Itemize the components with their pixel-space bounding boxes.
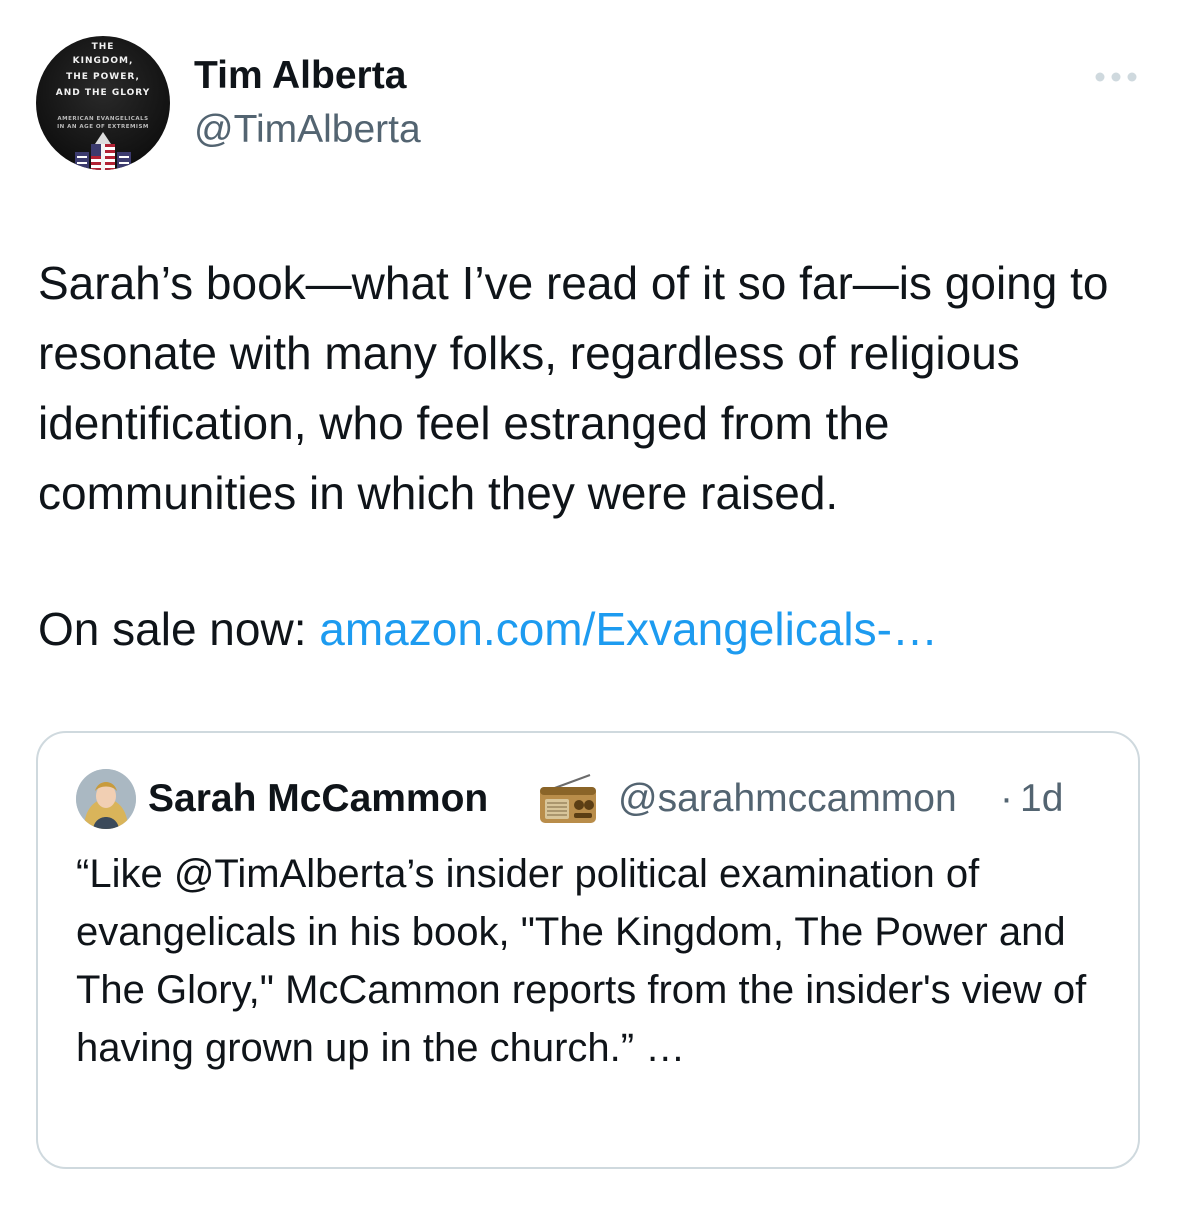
separator-dot: · bbox=[1000, 777, 1013, 820]
quoted-tweet-text: “Like @TimAlberta’s insider political ex… bbox=[76, 852, 1087, 1070]
more-options-button[interactable] bbox=[1086, 60, 1146, 94]
avatar-cover-line: THE bbox=[91, 42, 115, 52]
quoted-handle[interactable]: @sarahmccammon bbox=[618, 777, 957, 821]
radio-icon bbox=[540, 774, 596, 823]
more-horizontal-icon bbox=[1095, 72, 1137, 82]
flag-church-icon bbox=[75, 132, 131, 170]
avatar-cover-line: AND THE GLORY bbox=[55, 88, 151, 98]
avatar-cover-line: KINGDOM, bbox=[72, 56, 134, 66]
quoted-display-name[interactable]: Sarah McCammon bbox=[148, 777, 488, 821]
tweet-text: Sarah’s book—what I’ve read of it so far… bbox=[38, 248, 1148, 528]
person-avatar-icon bbox=[76, 769, 136, 829]
avatar-cover-subtitle: AMERICAN EVANGELICALS bbox=[57, 116, 149, 122]
tweet: THE KINGDOM, THE POWER, AND THE GLORY AM… bbox=[0, 0, 1179, 1226]
quoted-tweet[interactable]: Sarah McCammon @sarahmccammon · 1d “Like… bbox=[36, 731, 1140, 1169]
tweet-sale-line: On sale now: amazon.com/Exvangelicals-… bbox=[38, 594, 938, 664]
author-display-name[interactable]: Tim Alberta bbox=[194, 54, 406, 98]
tweet-paragraph: Sarah’s book—what I’ve read of it so far… bbox=[38, 257, 1109, 519]
author-handle[interactable]: @TimAlberta bbox=[194, 108, 421, 152]
sale-prefix: On sale now: bbox=[38, 603, 320, 655]
author-avatar[interactable]: THE KINGDOM, THE POWER, AND THE GLORY AM… bbox=[36, 36, 170, 170]
amazon-link[interactable]: amazon.com/Exvangelicals-… bbox=[319, 603, 938, 655]
quoted-author-avatar[interactable] bbox=[76, 769, 136, 829]
avatar-cover-line: THE POWER, bbox=[66, 72, 140, 82]
avatar-cover-subtitle: IN AN AGE OF EXTREMISM bbox=[57, 124, 149, 130]
quoted-timestamp[interactable]: 1d bbox=[1020, 777, 1063, 821]
